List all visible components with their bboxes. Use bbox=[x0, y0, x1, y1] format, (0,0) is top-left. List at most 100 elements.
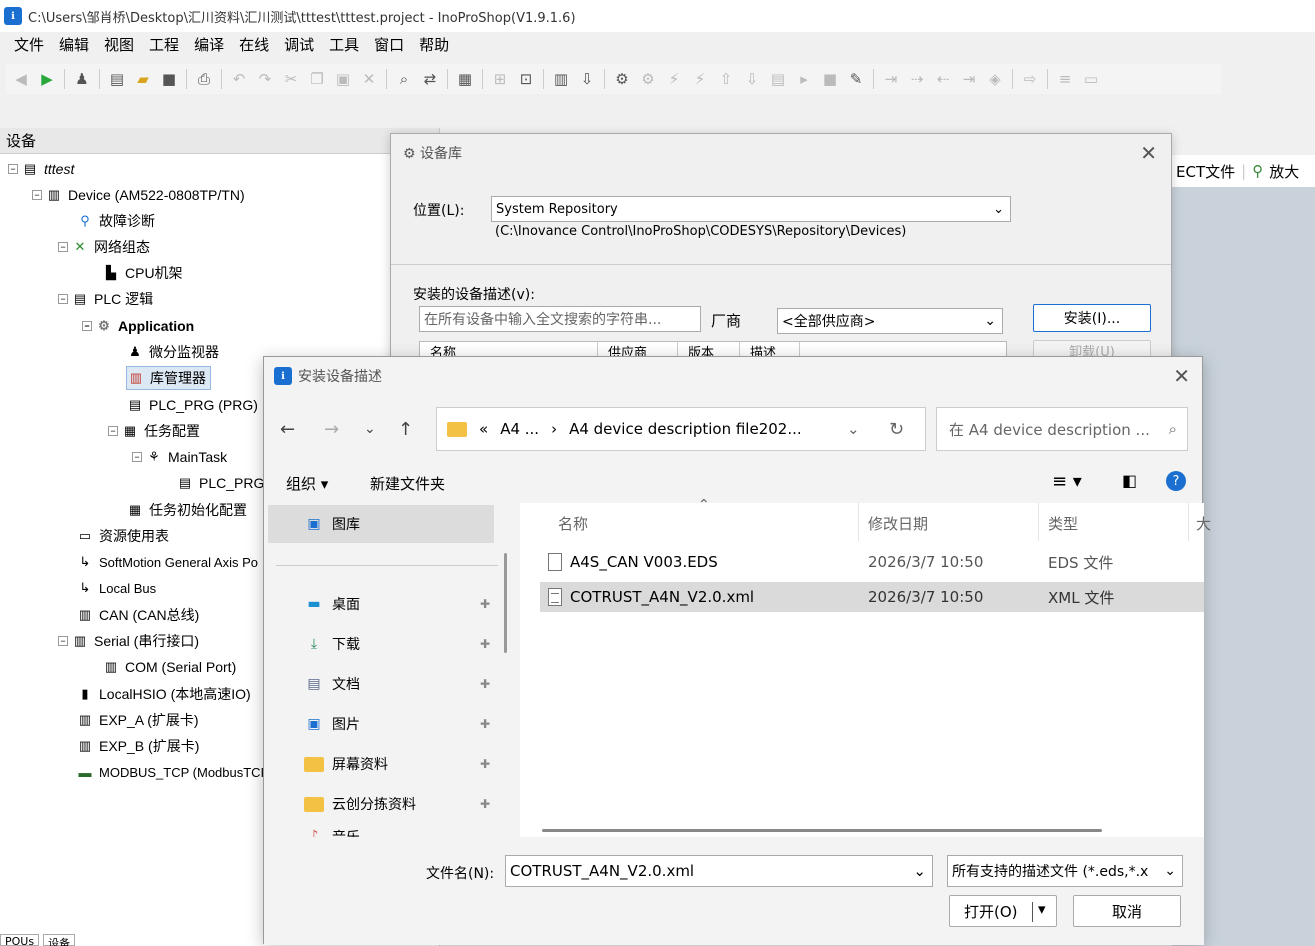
tree-item-project[interactable]: − ▤ tttest bbox=[8, 157, 74, 181]
run-to-cursor-icon[interactable]: ⇥ bbox=[958, 68, 980, 90]
run-icon[interactable]: ▸ bbox=[793, 68, 815, 90]
breakpoint-icon[interactable]: ◈ bbox=[984, 68, 1006, 90]
collapse-icon[interactable]: − bbox=[8, 164, 18, 174]
menu-help[interactable]: 帮助 bbox=[419, 34, 449, 58]
download-build-icon[interactable]: ⇩ bbox=[576, 68, 598, 90]
tree-item-softmotion[interactable]: ↳ SoftMotion General Axis Po bbox=[76, 550, 258, 574]
location-select[interactable]: System Repository ⌄ bbox=[491, 196, 1011, 222]
online-icon[interactable]: ⚡ bbox=[663, 68, 685, 90]
tree-item-application[interactable]: − ⚙ Application bbox=[82, 314, 194, 338]
redo-icon[interactable]: ↷ bbox=[254, 68, 276, 90]
tree-item-cpu-rack[interactable]: ▙ CPU机架 bbox=[102, 261, 183, 285]
folder-search-input[interactable]: 在 A4 device description ... ⌕ bbox=[936, 407, 1188, 451]
grid-icon[interactable]: ⊞ bbox=[489, 68, 511, 90]
device-search-input[interactable]: 在所有设备中输入全文搜索的字符串... bbox=[419, 306, 701, 332]
menu-window[interactable]: 窗口 bbox=[374, 34, 404, 58]
refresh-icon[interactable]: ↻ bbox=[889, 419, 904, 440]
collapse-icon[interactable]: − bbox=[132, 452, 142, 462]
tree-item-resource[interactable]: ▭ 资源使用表 bbox=[76, 524, 169, 548]
menu-edit[interactable]: 编辑 bbox=[59, 34, 89, 58]
find-icon[interactable]: ⌕ bbox=[393, 68, 415, 90]
tree-item-network[interactable]: − ✕ 网络组态 bbox=[58, 235, 150, 259]
select-all-icon[interactable]: ▦ bbox=[454, 68, 476, 90]
force-icon[interactable]: ▤ bbox=[767, 68, 789, 90]
delete-icon[interactable]: ✕ bbox=[358, 68, 380, 90]
build-icon[interactable]: ▥ bbox=[550, 68, 572, 90]
next-statement-icon[interactable]: ⇨ bbox=[1019, 68, 1041, 90]
tree-item-task-config[interactable]: − ▦ 任务配置 bbox=[108, 419, 200, 443]
ect-file-button[interactable]: ECT文件 bbox=[1176, 161, 1235, 182]
preview-pane-icon[interactable]: ◧ bbox=[1122, 471, 1137, 490]
tree-item-library[interactable]: ▥ 库管理器 bbox=[126, 366, 211, 390]
menu-tools[interactable]: 工具 bbox=[329, 34, 359, 58]
logout-icon[interactable]: ⚙ bbox=[637, 68, 659, 90]
download-icon[interactable]: ⇩ bbox=[741, 68, 763, 90]
pin-icon[interactable]: ✚ bbox=[480, 637, 490, 651]
add-object-icon[interactable]: ⊡ bbox=[515, 68, 537, 90]
file-row-selected[interactable]: COTRUST_A4N_V2.0.xml 2026/3/7 10:50 XML … bbox=[540, 582, 1204, 612]
filename-input[interactable]: COTRUST_A4N_V2.0.xml ⌄ bbox=[505, 855, 933, 887]
file-row[interactable]: A4S_CAN V003.EDS 2026/3/7 10:50 EDS 文件 bbox=[540, 547, 1204, 577]
menu-view[interactable]: 视图 bbox=[104, 34, 134, 58]
organize-button[interactable]: 组织 ▾ bbox=[286, 473, 328, 494]
tree-item-main-task[interactable]: − ⚘ MainTask bbox=[132, 445, 227, 469]
file-type-filter[interactable]: 所有支持的描述文件 (*.eds,*.x ⌄ bbox=[947, 855, 1183, 887]
login-icon[interactable]: ⚙ bbox=[611, 68, 633, 90]
collapse-icon[interactable]: − bbox=[58, 242, 68, 252]
pin-icon[interactable]: ✚ bbox=[480, 797, 490, 811]
close-icon[interactable]: ✕ bbox=[1140, 141, 1157, 165]
column-name[interactable]: 名称 bbox=[558, 513, 588, 534]
tree-item-exp-b[interactable]: ▥ EXP_B (扩展卡) bbox=[76, 734, 200, 758]
open-button[interactable]: 打开(O) ▾ bbox=[949, 895, 1057, 927]
tree-item-plc-prg-call[interactable]: ▤ PLC_PRG bbox=[176, 471, 265, 495]
collapse-icon[interactable]: − bbox=[108, 426, 118, 436]
cancel-button[interactable]: 取消 bbox=[1073, 895, 1181, 927]
user-icon[interactable]: ♟ bbox=[71, 68, 93, 90]
menu-debug[interactable]: 调试 bbox=[284, 34, 314, 58]
replace-icon[interactable]: ⇄ bbox=[419, 68, 441, 90]
tree-item-com[interactable]: ▥ COM (Serial Port) bbox=[102, 655, 236, 679]
tree-item-local-bus[interactable]: ↳ Local Bus bbox=[76, 576, 157, 600]
copy-icon[interactable]: ❐ bbox=[306, 68, 328, 90]
cut-icon[interactable]: ✂ bbox=[280, 68, 302, 90]
stop-icon[interactable]: ■ bbox=[819, 68, 841, 90]
help-icon[interactable]: ? bbox=[1166, 471, 1186, 491]
paste-icon[interactable]: ▣ bbox=[332, 68, 354, 90]
tree-item-monitor[interactable]: ♟ 微分监视器 bbox=[126, 340, 219, 364]
new-folder-button[interactable]: 新建文件夹 bbox=[370, 473, 445, 494]
up-arrow-icon[interactable]: ↑ bbox=[398, 419, 413, 440]
forward-icon[interactable]: ▶ bbox=[36, 68, 58, 90]
pin-icon[interactable]: ✚ bbox=[480, 597, 490, 611]
open-folder-icon[interactable]: ▰ bbox=[132, 68, 154, 90]
step-out-icon[interactable]: ⇠ bbox=[932, 68, 954, 90]
menu-build[interactable]: 编译 bbox=[194, 34, 224, 58]
tab-pous[interactable]: POUs bbox=[0, 934, 40, 946]
tree-item-plc-prg[interactable]: ▤ PLC_PRG (PRG) bbox=[126, 393, 258, 417]
collapse-icon[interactable]: − bbox=[58, 636, 68, 646]
tree-item-device[interactable]: − ▥ Device (AM522-0808TP/TN) bbox=[32, 183, 245, 207]
display-mode-icon[interactable]: ▭ bbox=[1080, 68, 1102, 90]
tree-item-exp-a[interactable]: ▥ EXP_A (扩展卡) bbox=[76, 708, 199, 732]
collapse-icon[interactable]: − bbox=[32, 190, 42, 200]
flow-control-icon[interactable]: ≡ bbox=[1054, 68, 1076, 90]
column-date[interactable]: 修改日期 bbox=[868, 513, 928, 534]
nav-item-pictures[interactable]: ▣ 图片 ✚ bbox=[304, 711, 494, 737]
reset-icon[interactable]: ⚡ bbox=[689, 68, 711, 90]
tree-item-serial[interactable]: − ▥ Serial (串行接口) bbox=[58, 629, 199, 653]
step-into-icon[interactable]: ⇢ bbox=[906, 68, 928, 90]
tree-item-local-hsio[interactable]: ▮ LocalHSIO (本地高速IO) bbox=[76, 682, 250, 706]
recent-locations-icon[interactable]: ⌄ bbox=[364, 421, 376, 437]
collapse-icon[interactable]: − bbox=[58, 294, 68, 304]
pin-icon[interactable]: ✚ bbox=[480, 677, 490, 691]
undo-icon[interactable]: ↶ bbox=[228, 68, 250, 90]
nav-scrollbar[interactable] bbox=[504, 553, 507, 653]
nav-item-downloads[interactable]: ⤓ 下载 ✚ bbox=[304, 631, 494, 657]
pin-icon[interactable]: ✚ bbox=[480, 717, 490, 731]
menu-online[interactable]: 在线 bbox=[239, 34, 269, 58]
write-values-icon[interactable]: ✎ bbox=[845, 68, 867, 90]
menu-file[interactable]: 文件 bbox=[14, 34, 44, 58]
address-bar[interactable]: « A4 ... › A4 device description file202… bbox=[436, 407, 926, 451]
breadcrumb-a4[interactable]: A4 ... bbox=[500, 420, 539, 438]
zoom-button[interactable]: 放大 bbox=[1269, 161, 1299, 182]
nav-item-screen-data[interactable]: 屏幕资料 ✚ bbox=[304, 751, 494, 777]
